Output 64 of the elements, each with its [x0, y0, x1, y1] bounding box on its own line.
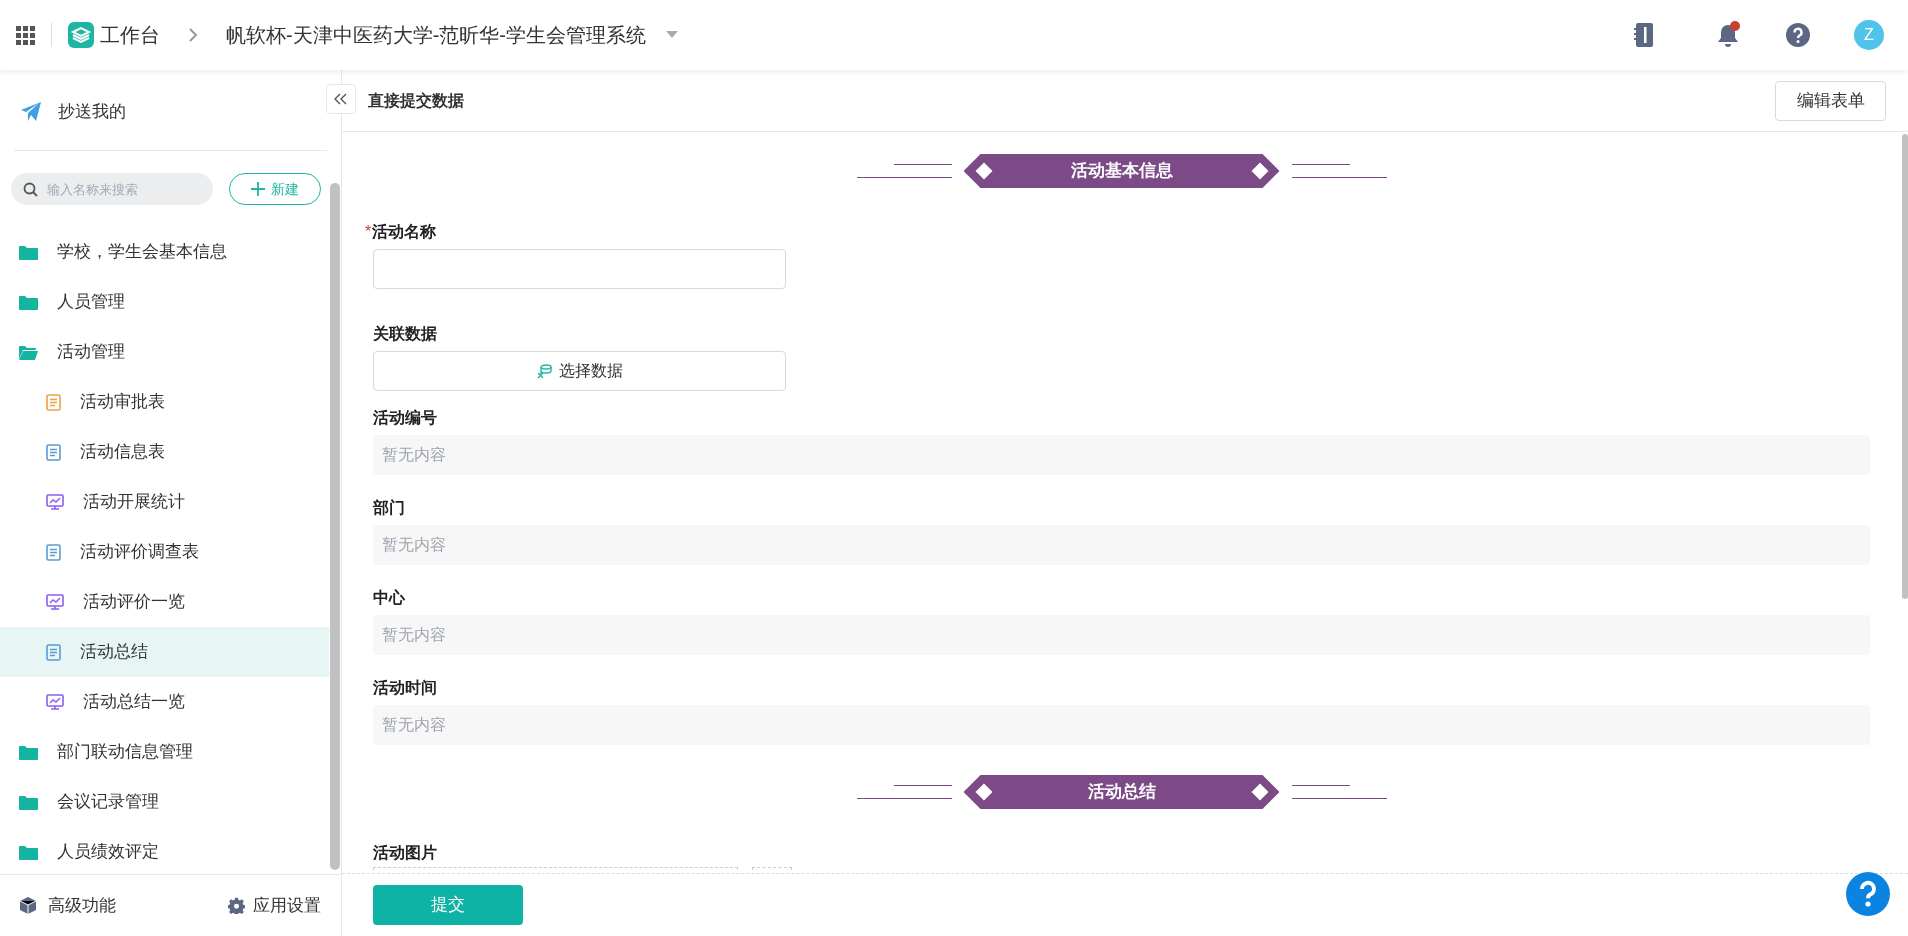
edit-form-button[interactable]: 编辑表单 [1775, 80, 1886, 121]
help-icon[interactable] [1846, 872, 1890, 916]
apps-grid-icon[interactable] [16, 25, 35, 45]
field-label: 部门 [373, 498, 405, 518]
readonly-field: 暂无内容 [373, 525, 1870, 565]
double-chevron-left-icon [334, 93, 348, 105]
field-label: 活动名称 [372, 222, 437, 242]
plus-icon [251, 182, 265, 196]
required-mark: * [365, 222, 372, 242]
readonly-field: 暂无内容 [373, 705, 1870, 745]
field-label: 活动编号 [373, 408, 437, 428]
readonly-field: 暂无内容 [373, 435, 1870, 475]
cube-icon [20, 897, 36, 914]
tree-item[interactable]: 活动信息表 [80, 439, 165, 465]
field-label: 关联数据 [373, 324, 437, 344]
chart-screen-icon [46, 494, 64, 510]
collapse-sidebar-button[interactable] [326, 84, 356, 114]
text-input[interactable] [373, 249, 786, 289]
document-icon [46, 393, 61, 411]
select-data-button[interactable]: 选择数据 [373, 351, 786, 391]
app-logo-icon[interactable] [68, 22, 94, 48]
paper-plane-icon [20, 101, 42, 123]
scrollbar-thumb[interactable] [1902, 134, 1908, 599]
dropdown-caret-icon[interactable] [666, 31, 678, 39]
section-title: 活动总结 [1087, 781, 1156, 804]
document-icon [46, 643, 61, 661]
tree-item[interactable]: 活动审批表 [80, 389, 165, 415]
tree-item[interactable]: 人员绩效评定 [57, 839, 159, 865]
field-label: 中心 [373, 588, 405, 608]
tree-item[interactable]: 学校，学生会基本信息 [57, 239, 227, 265]
chart-screen-icon [46, 594, 64, 610]
search-icon [23, 182, 38, 197]
tree-item[interactable]: 会议记录管理 [57, 789, 159, 815]
page-title: 直接提交数据 [368, 90, 464, 111]
advanced-features-button[interactable]: 高级功能 [20, 892, 116, 919]
search-field[interactable]: 输入名称来搜索 [11, 173, 213, 205]
tree-item[interactable]: 活动总结 [80, 639, 148, 665]
scrollbar-thumb[interactable] [330, 183, 340, 870]
settings-icon [228, 897, 245, 914]
field-label: 活动图片 [373, 843, 437, 863]
database-link-icon [536, 363, 553, 379]
workspace-link[interactable]: 工作台 [100, 20, 160, 50]
app-settings-button[interactable]: 应用设置 [228, 892, 321, 919]
tree-item[interactable]: 活动总结一览 [83, 689, 185, 715]
tree-item[interactable]: 活动评价调查表 [80, 539, 199, 565]
notebook-icon[interactable] [1634, 22, 1654, 48]
sidebar-item-label[interactable]: 抄送我的 [58, 99, 126, 125]
tree-item[interactable]: 活动评价一览 [83, 589, 185, 615]
tree-item[interactable]: 活动管理 [57, 339, 125, 365]
upload-area[interactable] [373, 867, 738, 870]
document-icon [46, 443, 61, 461]
upload-button[interactable] [752, 867, 792, 870]
chart-screen-icon [46, 694, 64, 710]
field-label: 活动时间 [373, 678, 437, 698]
chevron-right-icon [188, 27, 198, 43]
bell-icon[interactable] [1716, 21, 1742, 49]
readonly-field: 暂无内容 [373, 615, 1870, 655]
app-title[interactable]: 帆软杯-天津中医药大学-范昕华-学生会管理系统 [226, 20, 646, 50]
tree-item[interactable]: 人员管理 [57, 289, 125, 315]
help-icon[interactable] [1786, 23, 1810, 47]
tree-item[interactable]: 活动开展统计 [83, 489, 185, 515]
tree-item[interactable]: 部门联动信息管理 [57, 739, 193, 765]
document-icon [46, 543, 61, 561]
section-title: 活动基本信息 [1070, 160, 1173, 183]
